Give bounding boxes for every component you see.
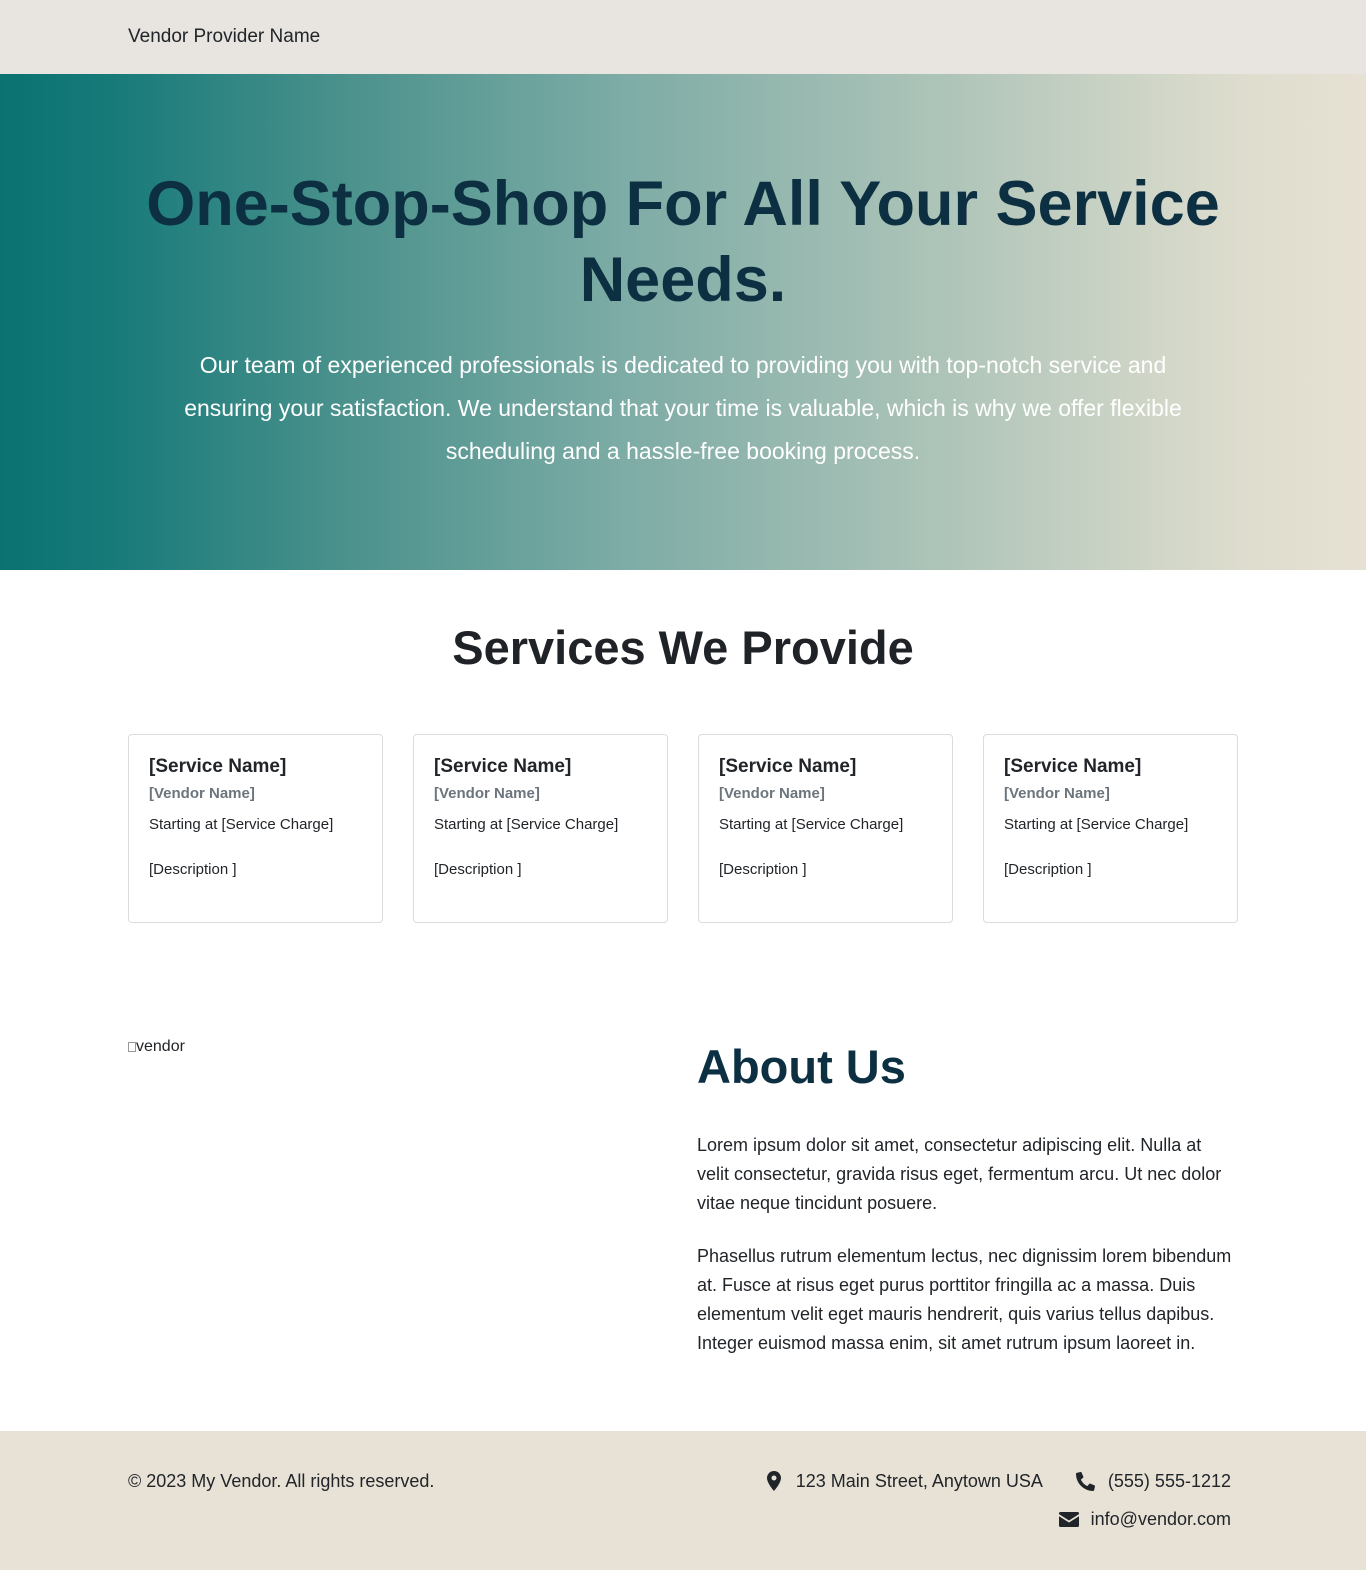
address-item: 123 Main Street, Anytown USA: [764, 1469, 1043, 1493]
vendor-name: [Vendor Name]: [434, 785, 540, 802]
email-item[interactable]: info@vendor.com: [1058, 1507, 1231, 1531]
service-card[interactable]: [Service Name] [Vendor Name] Starting at…: [413, 734, 668, 923]
service-charge: Starting at [Service Charge]: [149, 816, 334, 833]
hero-text: Our team of experienced professionals is…: [184, 352, 1182, 464]
contact-row: 123 Main Street, Anytown USA (555) 555-1…: [764, 1469, 1231, 1493]
footer: © 2023 My Vendor. All rights reserved. 1…: [0, 1431, 1366, 1570]
about-paragraph: Phasellus rutrum elementum lectus, nec d…: [697, 1246, 1232, 1353]
hero-section: One-Stop-Shop For All Your Service Needs…: [0, 74, 1366, 570]
about-paragraph: Lorem ipsum dolor sit amet, consectetur …: [697, 1135, 1222, 1213]
brand-link[interactable]: Vendor Provider Name: [128, 26, 320, 48]
contact-info: 123 Main Street, Anytown USA (555) 555-1…: [764, 1469, 1231, 1570]
service-cards: [Service Name] [Vendor Name] Starting at…: [0, 734, 1366, 923]
service-description: [Description ]: [719, 861, 807, 878]
phone-item[interactable]: (555) 555-1212: [1076, 1469, 1231, 1493]
envelope-icon: [1058, 1509, 1079, 1529]
service-description: [Description ]: [434, 861, 522, 878]
phone-text: (555) 555-1212: [1107, 1471, 1231, 1491]
about-section: vendor About Us Lorem ipsum dolor sit am…: [0, 1035, 1366, 1431]
service-card[interactable]: [Service Name] [Vendor Name] Starting at…: [128, 734, 383, 923]
about-heading: About Us: [697, 1040, 906, 1093]
hero-title: One-Stop-Shop For All Your Service Needs…: [146, 169, 1220, 315]
vendor-name: [Vendor Name]: [719, 785, 825, 802]
service-name: [Service Name]: [434, 756, 572, 777]
service-charge: Starting at [Service Charge]: [719, 816, 904, 833]
address-text: 123 Main Street, Anytown USA: [795, 1471, 1043, 1491]
vendor-image: vendor: [128, 1035, 697, 1431]
service-charge: Starting at [Service Charge]: [1004, 816, 1189, 833]
service-card[interactable]: [Service Name] [Vendor Name] Starting at…: [698, 734, 953, 923]
services-heading: Services We Provide: [452, 621, 914, 674]
vendor-name: [Vendor Name]: [1004, 785, 1110, 802]
map-marker-icon: [764, 1471, 784, 1491]
contact-row: info@vendor.com: [1058, 1507, 1231, 1531]
service-card[interactable]: [Service Name] [Vendor Name] Starting at…: [983, 734, 1238, 923]
service-description: [Description ]: [149, 861, 237, 878]
navbar: Vendor Provider Name: [0, 0, 1366, 74]
service-description: [Description ]: [1004, 861, 1092, 878]
service-name: [Service Name]: [149, 756, 287, 777]
vendor-name: [Vendor Name]: [149, 785, 255, 802]
vendor-image-alt: vendor: [136, 1038, 185, 1055]
services-section: Services We Provide [Service Name] [Vend…: [0, 570, 1366, 923]
service-charge: Starting at [Service Charge]: [434, 816, 619, 833]
broken-image-icon: [128, 1042, 136, 1052]
about-content: About Us Lorem ipsum dolor sit amet, con…: [697, 1035, 1238, 1431]
copyright-text: © 2023 My Vendor. All rights reserved.: [128, 1471, 435, 1491]
phone-icon: [1076, 1471, 1096, 1491]
service-name: [Service Name]: [719, 756, 857, 777]
email-text: info@vendor.com: [1090, 1509, 1231, 1529]
service-name: [Service Name]: [1004, 756, 1142, 777]
